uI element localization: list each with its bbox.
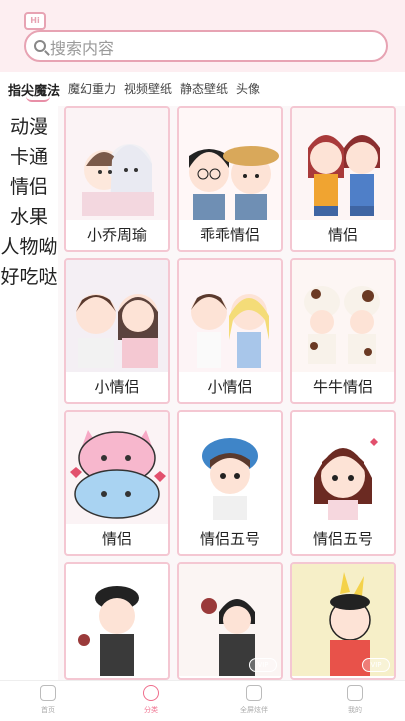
tab-bar: 指尖魔法 魔幻重力 视频壁纸 静态壁纸 头像 [0,72,405,107]
category-icon [143,685,159,701]
wallpaper-card[interactable]: VIP 情侣 [290,106,396,252]
card-title: 情侣五号 [312,530,373,548]
wallpaper-thumbnail [179,108,281,220]
wallpaper-card[interactable]: VIP 牛牛情侣 [290,258,396,404]
wallpaper-thumbnail [66,260,168,372]
tab-magic-gravity[interactable]: 魔幻重力 [68,80,116,97]
vip-badge: VIP [249,658,277,672]
wallpaper-card[interactable]: VIP 乖乖情侣 [177,106,283,252]
wallpaper-thumbnail [66,564,168,676]
wallpaper-thumbnail [179,260,281,372]
wallpaper-card[interactable]: VIP 小情侣 [177,258,283,404]
wallpaper-card[interactable]: VIP 情侣五号 [290,410,396,556]
wallpaper-thumbnail [292,108,394,220]
wallpaper-card[interactable]: VIP [290,562,396,680]
wallpaper-card[interactable] [64,562,170,680]
nav-fullscreen[interactable]: 全屏炫伴 [224,685,284,715]
card-title: 小情侣 [207,378,253,396]
nav-profile[interactable]: 我的 [325,685,385,715]
wallpaper-thumbnail [66,108,168,220]
wallpaper-card[interactable]: 情侣 [64,410,170,556]
sidebar-item-food[interactable]: 好吃哒 [0,262,58,292]
wallpaper-card[interactable]: VIP 小情侣 [64,258,170,404]
nav-category[interactable]: 分类 [121,685,181,715]
profile-icon [347,685,363,701]
vip-badge: VIP [362,658,390,672]
tab-avatar[interactable]: 头像 [236,80,260,97]
sidebar-item-cartoon[interactable]: 卡通 [0,142,58,172]
card-title: 情侣 [101,530,132,548]
sidebar-item-people[interactable]: 人物呦 [0,232,58,262]
hi-badge: Hi [24,12,46,30]
tab-video-wallpaper[interactable]: 视频壁纸 [124,80,172,97]
wallpaper-card[interactable]: VIP 小乔周瑜 [64,106,170,252]
card-title: 情侣五号 [199,530,260,548]
sidebar-item-couple[interactable]: 情侣 [0,172,58,202]
tab-static-wallpaper[interactable]: 静态壁纸 [180,80,228,97]
search-icon [34,40,46,52]
search-input[interactable] [48,35,372,61]
card-title: 乖乖情侣 [199,226,260,244]
sidebar-item-anime[interactable]: 动漫 [0,112,58,142]
wallpaper-thumbnail [179,412,281,524]
nav-home[interactable]: 首页 [18,685,78,715]
search-bar[interactable] [24,30,388,62]
wallpaper-thumbnail [66,412,168,524]
nav-profile-label: 我的 [348,706,362,714]
home-icon [40,685,56,701]
card-title: 小乔周瑜 [86,226,147,244]
card-title: 小情侣 [94,378,140,396]
nav-fullscreen-label: 全屏炫伴 [240,706,268,714]
card-title: 牛牛情侣 [312,378,373,396]
sidebar-item-fruit[interactable]: 水果 [0,202,58,232]
card-title: 情侣 [327,226,358,244]
bottom-nav: 首页 分类 全屏炫伴 我的 [0,680,405,721]
nav-home-label: 首页 [41,706,55,714]
nav-category-label: 分类 [144,706,158,714]
wallpaper-card[interactable]: VIP [177,562,283,680]
fullscreen-icon [246,685,262,701]
wallpaper-card[interactable]: VIP 情侣五号 [177,410,283,556]
wallpaper-thumbnail [292,260,394,372]
top-bar: Hi [0,0,405,72]
wallpaper-thumbnail [292,412,394,524]
active-tab-indicator [26,96,50,102]
category-sidebar: 动漫 卡通 情侣 水果 人物呦 好吃哒 [0,106,58,680]
